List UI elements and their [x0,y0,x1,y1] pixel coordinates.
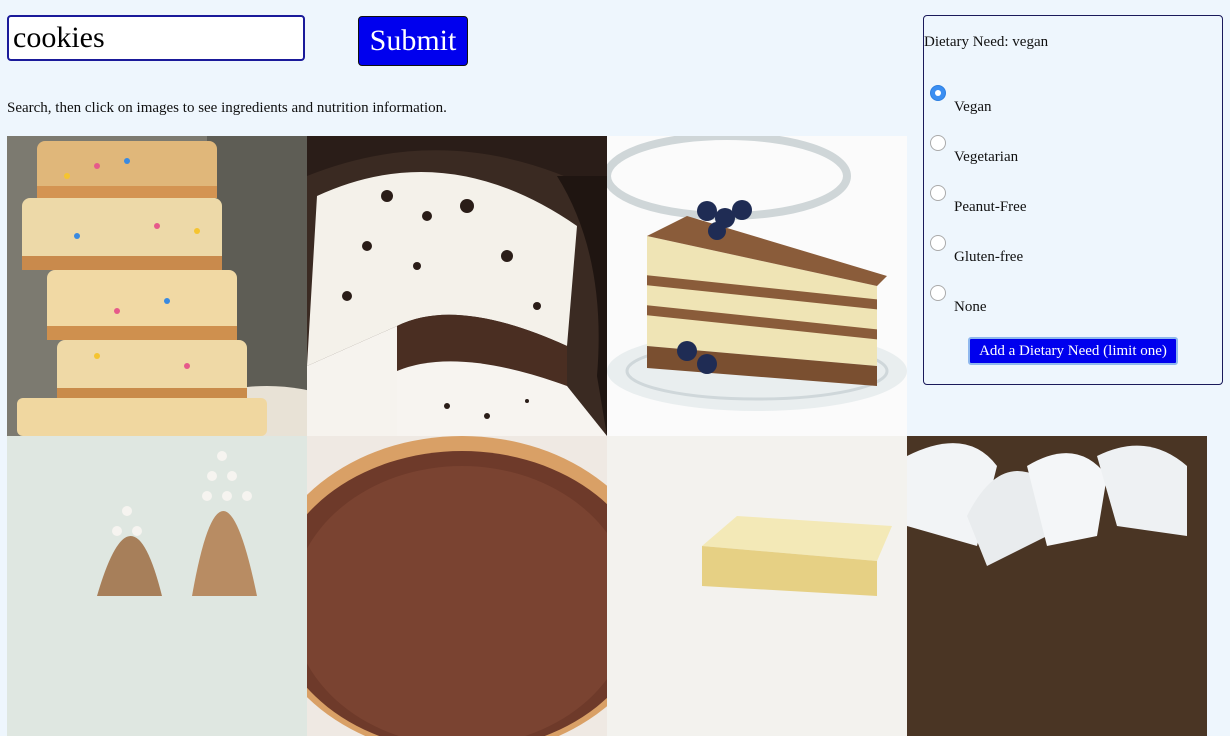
dietary-need-status: Dietary Need: vegan [924,34,1049,50]
radio-button[interactable] [930,135,946,151]
dietary-option-vegan[interactable]: Vegan [930,85,1190,125]
radio-button[interactable] [930,185,946,201]
add-dietary-need-button[interactable]: Add a Dietary Need (limit one) [968,337,1178,365]
radio-label: Gluten-free [954,249,1024,265]
result-image-7[interactable] [907,436,1207,736]
search-input[interactable] [7,15,305,61]
radio-button[interactable] [930,285,946,301]
radio-button[interactable] [930,85,946,101]
radio-label: Vegan [954,99,992,115]
dietary-need-panel: Dietary Need: vegan Vegan Vegetarian Pea… [923,15,1223,385]
dietary-option-none[interactable]: None [930,285,1190,325]
radio-label: None [954,299,987,315]
dietary-option-gluten-free[interactable]: Gluten-free [930,235,1190,275]
submit-button[interactable]: Submit [358,16,468,66]
result-image-1[interactable] [7,136,307,436]
radio-label: Peanut-Free [954,199,1027,215]
result-image-5[interactable] [307,436,607,736]
result-image-6[interactable] [607,436,907,736]
result-image-4[interactable] [7,436,307,736]
radio-label: Vegetarian [954,149,1019,165]
instructions-text: Search, then click on images to see ingr… [7,100,447,116]
result-image-2[interactable] [307,136,607,436]
result-image-3[interactable] [607,136,907,436]
dietary-option-vegetarian[interactable]: Vegetarian [930,135,1190,175]
radio-button[interactable] [930,235,946,251]
dietary-option-peanut-free[interactable]: Peanut-Free [930,185,1190,225]
